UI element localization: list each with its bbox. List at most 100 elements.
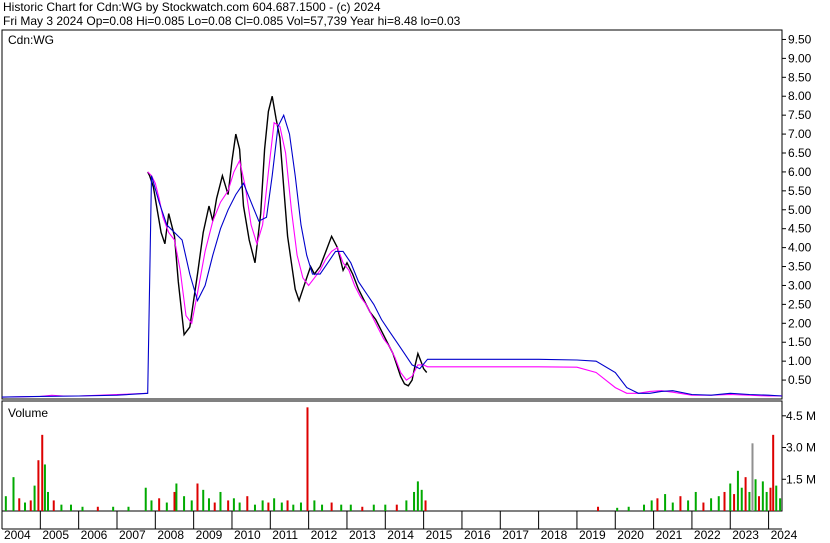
volume-bar	[710, 498, 713, 511]
price-y-tick-label: 1.50	[788, 335, 812, 349]
volume-bar	[723, 491, 726, 511]
volume-bar	[52, 500, 55, 511]
x-axis-tick-label: 2015	[426, 528, 453, 542]
x-axis-tick-label: 2005	[42, 528, 69, 542]
x-axis-tick-label: 2010	[234, 528, 261, 542]
price-y-tick-label: 1.00	[788, 354, 812, 368]
volume-bar	[232, 498, 235, 511]
volume-bar	[679, 496, 682, 511]
volume-bar	[656, 498, 659, 511]
volume-bar	[736, 470, 739, 511]
volume-bar	[405, 500, 408, 511]
volume-bar	[96, 506, 99, 511]
volume-bar	[313, 500, 316, 511]
x-axis-tick-label: 2023	[732, 528, 759, 542]
price-y-tick-label: 4.00	[788, 241, 812, 255]
volume-bar	[306, 407, 309, 511]
x-axis-tick-label: 2018	[541, 528, 568, 542]
price-y-tick-label: 8.50	[788, 70, 812, 84]
volume-bar	[772, 434, 775, 511]
price-y-tick-label: 5.00	[788, 203, 812, 217]
volume-bar	[744, 477, 747, 511]
volume-bar	[733, 494, 736, 511]
volume-bar	[219, 491, 222, 511]
volume-bar	[183, 496, 186, 511]
volume-bar	[321, 504, 324, 511]
volume-bar	[702, 502, 705, 511]
price-panel-title: Cdn:WG	[8, 33, 54, 47]
volume-bar	[424, 500, 427, 511]
price-y-tick-label: 0.50	[788, 373, 812, 387]
x-axis-tick-label: 2009	[196, 528, 223, 542]
volume-bar	[43, 464, 46, 511]
x-axis-tick-label: 2006	[81, 528, 108, 542]
volume-bar	[81, 506, 84, 511]
price-y-tick-label: 4.50	[788, 222, 812, 236]
price-y-tick-label: 3.00	[788, 278, 812, 292]
volume-bar	[643, 504, 646, 511]
volume-bar	[46, 491, 49, 511]
volume-bar	[33, 485, 36, 511]
volume-bar	[616, 507, 619, 511]
volume-bar	[213, 502, 216, 511]
volume-bar	[671, 502, 674, 511]
volume-bar	[144, 487, 147, 511]
volume-bar	[740, 487, 743, 511]
volume-bar	[361, 506, 364, 511]
volume-bar	[340, 504, 343, 511]
volume-bar	[196, 483, 199, 511]
volume-bar	[779, 498, 782, 511]
price-y-tick-label: 2.50	[788, 297, 812, 311]
volume-bar	[238, 502, 241, 511]
stock-chart-window: Historic Chart for Cdn:WG by Stockwatch.…	[0, 0, 830, 543]
x-axis-tick-label: 2019	[579, 528, 606, 542]
volume-bar	[173, 491, 176, 511]
price-y-tick-label: 3.50	[788, 260, 812, 274]
volume-bar	[190, 500, 193, 511]
price-y-tick-label: 5.50	[788, 184, 812, 198]
volume-bar	[627, 506, 630, 511]
volume-bar	[112, 506, 115, 511]
x-axis-tick-label: 2011	[272, 528, 298, 542]
volume-bar	[299, 502, 302, 511]
volume-bar	[286, 500, 289, 511]
price-y-tick-label: 8.00	[788, 89, 812, 103]
x-axis-tick-label: 2004	[4, 528, 31, 542]
price-y-tick-label: 7.00	[788, 127, 812, 141]
volume-bar	[150, 500, 153, 511]
volume-bar	[280, 502, 283, 511]
x-axis-tick-label: 2024	[771, 528, 798, 542]
volume-bar	[246, 496, 249, 511]
x-axis-tick-label: 2022	[694, 528, 721, 542]
volume-bar	[420, 489, 423, 511]
volume-bar	[29, 500, 32, 511]
volume-bar	[330, 502, 333, 511]
volume-bar	[748, 491, 751, 511]
price-panel-frame	[1, 29, 783, 400]
x-axis-tick-label: 2013	[349, 528, 376, 542]
price-y-tick-label: 9.00	[788, 51, 812, 65]
volume-bar	[37, 460, 40, 511]
volume-bar	[765, 491, 768, 511]
volume-bar	[372, 504, 375, 511]
volume-bar	[650, 500, 653, 511]
volume-y-tick-label: 3.0 M	[786, 441, 816, 455]
volume-bar	[751, 443, 754, 511]
x-axis-tick-label: 2020	[617, 528, 644, 542]
volume-bar	[769, 487, 772, 511]
x-axis-tick-label: 2017	[502, 528, 529, 542]
volume-bar	[758, 496, 761, 511]
volume-bar	[253, 504, 256, 511]
volume-bar	[729, 483, 732, 511]
price-y-tick-label: 6.00	[788, 165, 812, 179]
volume-panel-title: Volume	[8, 406, 48, 420]
volume-bar	[165, 502, 168, 511]
volume-bar	[18, 498, 21, 511]
x-axis-tick-label: 2008	[157, 528, 184, 542]
volume-bar	[416, 481, 419, 511]
volume-bar	[12, 477, 15, 511]
x-axis-tick-label: 2012	[311, 528, 338, 542]
volume-bar	[267, 502, 270, 511]
x-axis-tick-label: 2016	[464, 528, 491, 542]
volume-bar	[754, 479, 757, 511]
